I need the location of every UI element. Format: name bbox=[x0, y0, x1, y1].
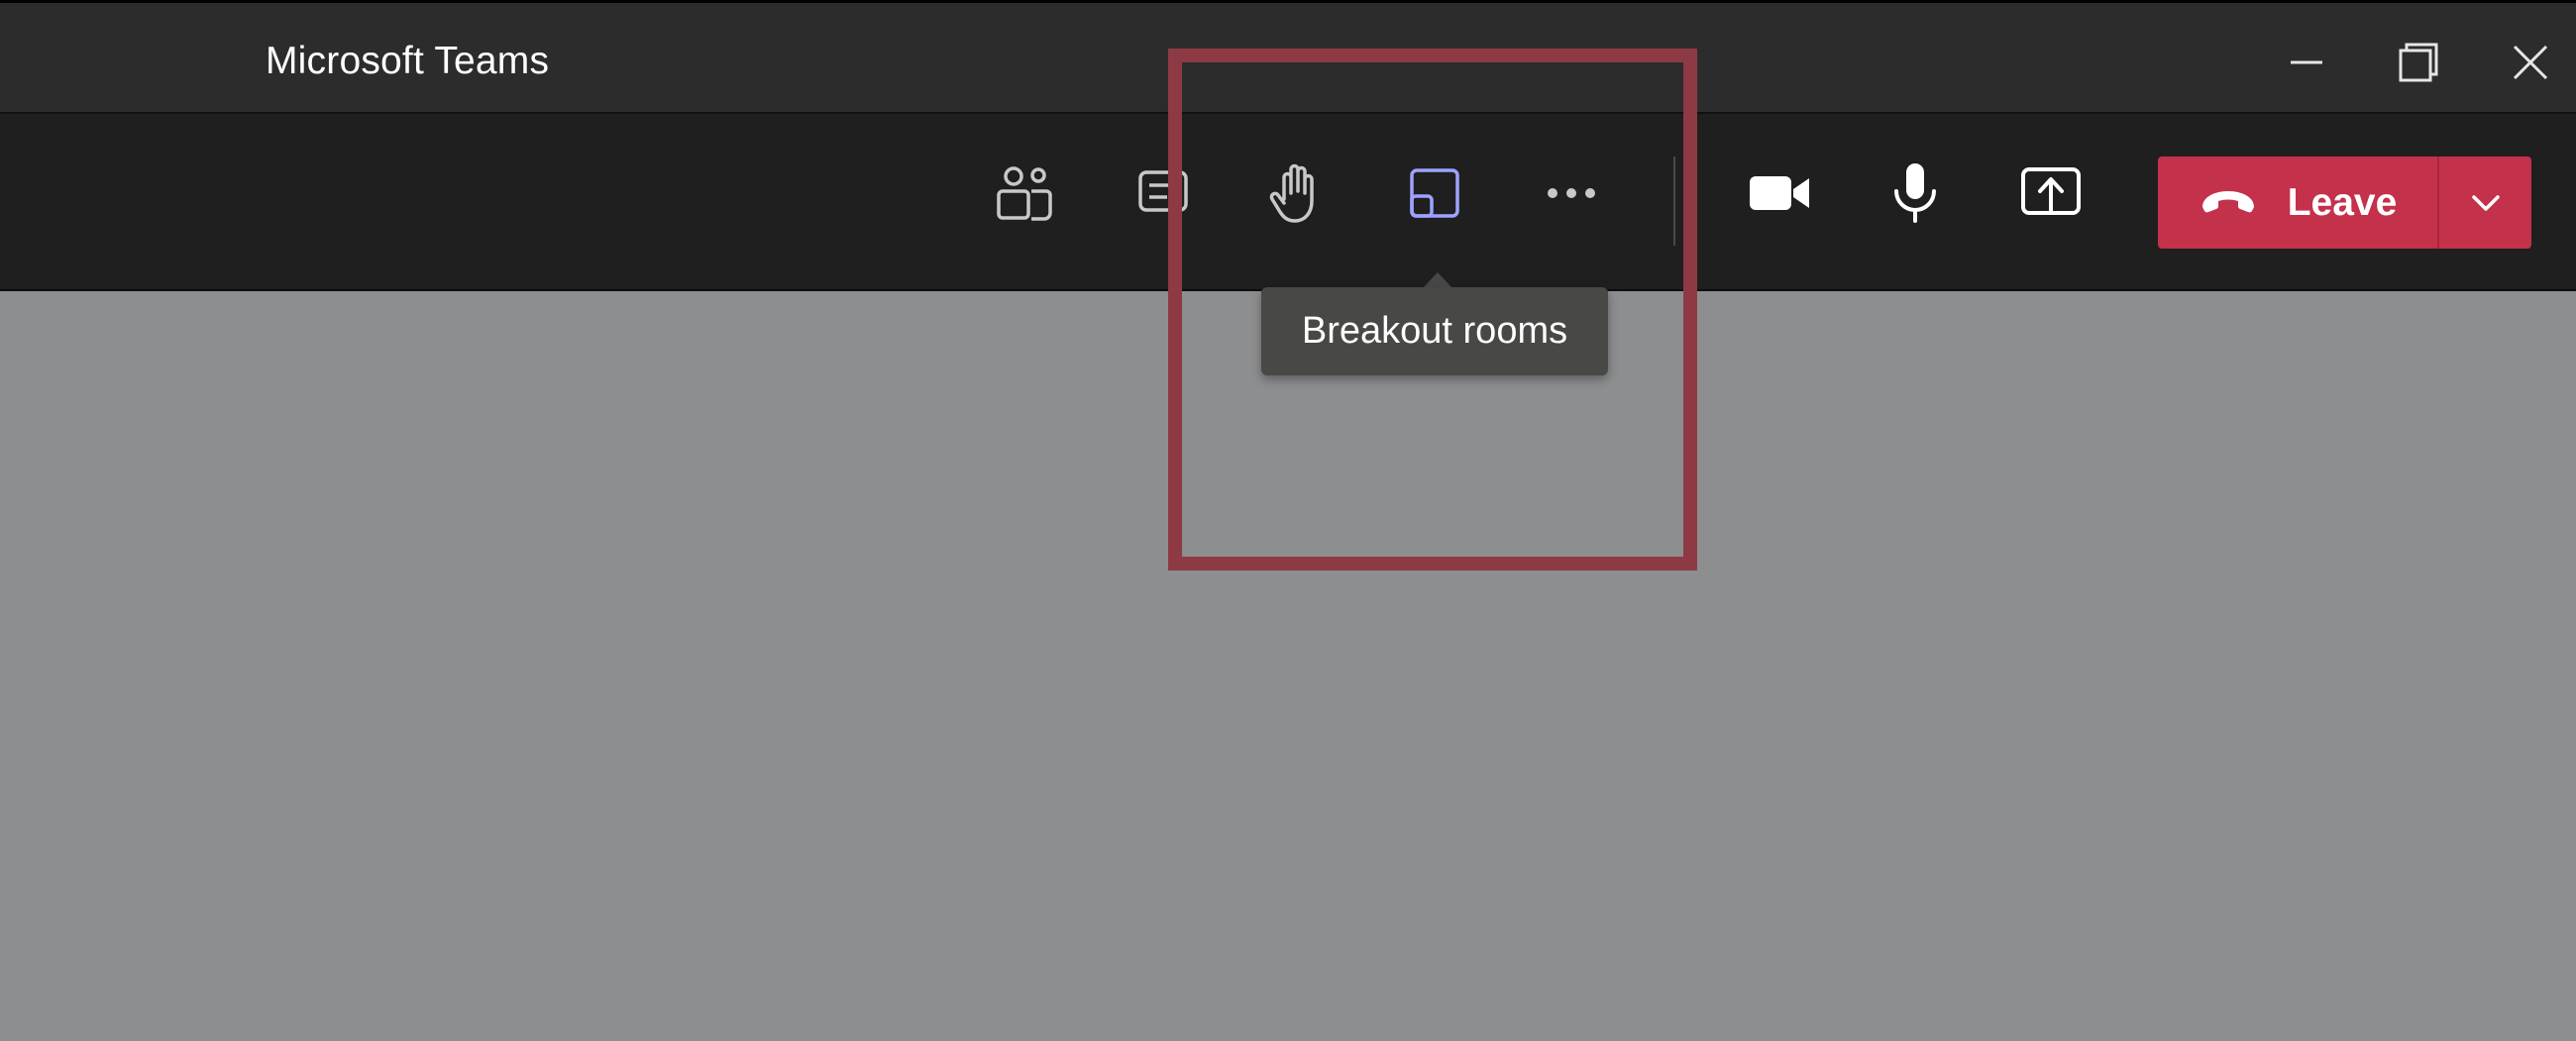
close-icon bbox=[2513, 45, 2548, 80]
minimize-button[interactable] bbox=[2277, 33, 2336, 92]
camera-icon bbox=[1750, 176, 1809, 210]
leave-button-group: Leave bbox=[2158, 156, 2531, 249]
minimize-icon bbox=[2291, 60, 2322, 64]
participants-icon bbox=[997, 166, 1052, 221]
leave-label: Leave bbox=[2287, 180, 2398, 224]
restore-button[interactable] bbox=[2389, 33, 2448, 92]
share-screen-icon bbox=[2021, 167, 2081, 215]
app-title: Microsoft Teams bbox=[266, 40, 550, 82]
share-screen-button[interactable] bbox=[2011, 154, 2091, 233]
participants-button[interactable] bbox=[986, 154, 1065, 233]
microphone-icon bbox=[1894, 163, 1936, 223]
camera-button[interactable] bbox=[1740, 154, 1819, 233]
highlight-annotation bbox=[1168, 49, 1697, 571]
chevron-down-icon bbox=[2471, 194, 2500, 211]
restore-icon bbox=[2399, 43, 2438, 82]
leave-options-button[interactable] bbox=[2439, 156, 2531, 249]
leave-button[interactable]: Leave bbox=[2158, 156, 2437, 249]
close-window-button[interactable] bbox=[2501, 33, 2560, 92]
microphone-button[interactable] bbox=[1876, 154, 1955, 233]
hang-up-icon bbox=[2201, 190, 2254, 212]
